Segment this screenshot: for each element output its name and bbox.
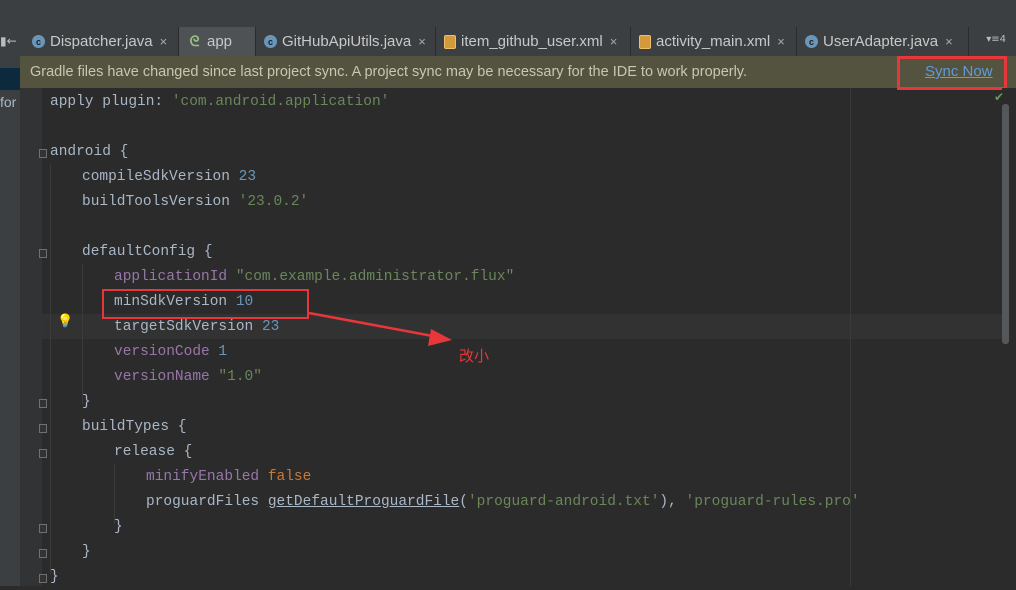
annotation-arrow	[308, 311, 452, 346]
annotation-text: 改小	[459, 347, 490, 365]
